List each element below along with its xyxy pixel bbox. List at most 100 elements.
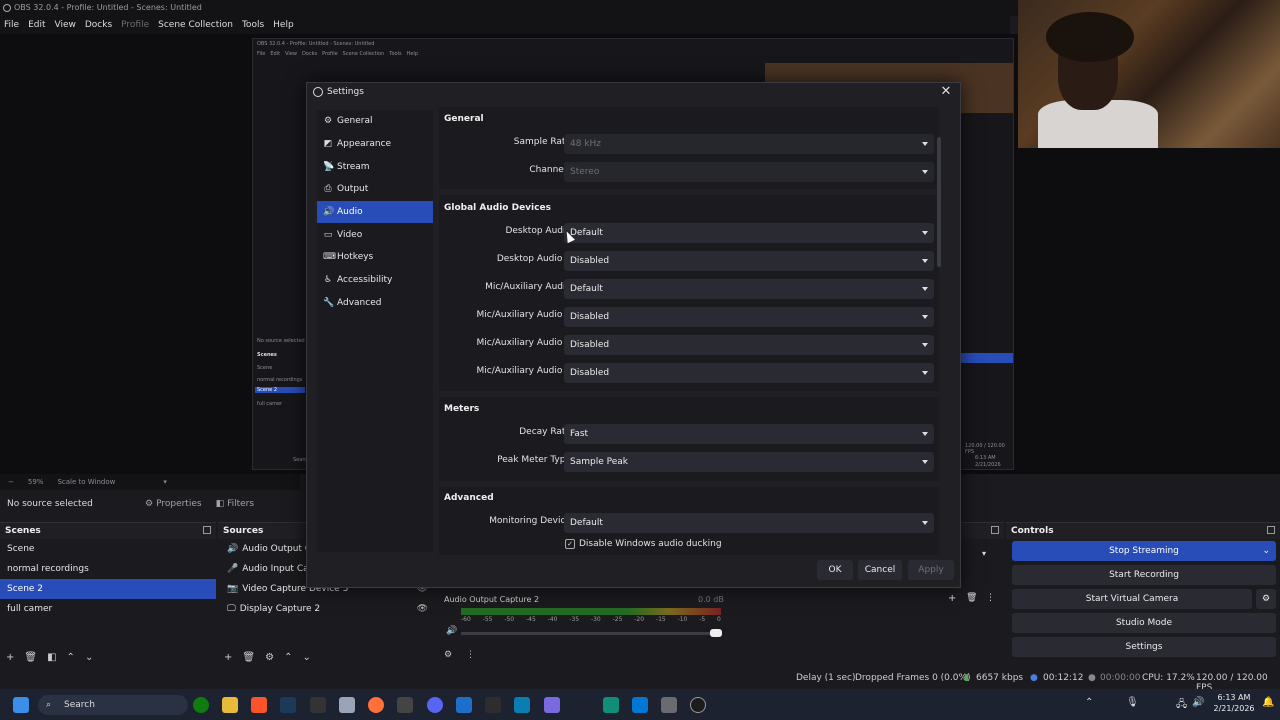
app-icon[interactable]	[339, 697, 355, 713]
menu-help[interactable]: Help	[273, 20, 294, 30]
undock-icon[interactable]	[991, 526, 999, 534]
properties-button[interactable]: ⚙ Properties	[145, 499, 202, 509]
tray-chevron-icon[interactable]: ⌃	[1085, 697, 1093, 708]
cancel-button[interactable]: Cancel	[858, 560, 902, 580]
nav-accessibility[interactable]: ♿ Accessibility	[317, 269, 433, 292]
start-virtual-camera-button[interactable]: Start Virtual Camera	[1012, 589, 1252, 609]
mic-aux-audio-select[interactable]: Default	[564, 279, 934, 299]
obs-icon[interactable]	[690, 697, 706, 713]
mic-aux-audio-2-select[interactable]: Disabled	[564, 307, 934, 327]
taskbar-date[interactable]: 2/21/2026	[1212, 704, 1256, 713]
taskbar-time[interactable]: 6:13 AM	[1212, 693, 1256, 702]
menu-scene-collection[interactable]: Scene Collection	[158, 20, 233, 30]
menu-file[interactable]: File	[4, 20, 19, 30]
nav-audio[interactable]: 🔊 Audio	[317, 200, 433, 224]
decay-rate-select[interactable]: Fast	[564, 424, 934, 444]
brave-browser-icon[interactable]	[251, 697, 267, 713]
nav-appearance[interactable]: ◩ Appearance	[317, 133, 433, 156]
add-scene-icon[interactable]: +	[6, 652, 14, 663]
mic-aux-audio-4-select[interactable]: Disabled	[564, 363, 934, 383]
sample-rate-select[interactable]: 48 kHz	[564, 134, 934, 154]
mic-aux-audio-3-select[interactable]: Disabled	[564, 335, 934, 355]
ok-button[interactable]: OK	[817, 560, 853, 580]
close-icon[interactable]: ✕	[939, 85, 953, 99]
gear-icon[interactable]: ⚙	[1256, 589, 1276, 609]
microphone-icon[interactable]: 🎙	[1126, 697, 1139, 708]
start-recording-button[interactable]: Start Recording	[1012, 565, 1276, 585]
stop-streaming-button[interactable]: Stop Streaming ⌄	[1012, 541, 1276, 561]
peak-meter-select[interactable]: Sample Peak	[564, 452, 934, 472]
zoom-minus-icon[interactable]: −	[8, 478, 14, 486]
chevron-down-icon[interactable]: ⌄	[1262, 541, 1270, 561]
trash-icon[interactable]: 🗑	[24, 652, 37, 663]
volume-icon[interactable]: 🔊	[1192, 697, 1204, 708]
scene-item[interactable]: normal recordings	[0, 559, 216, 579]
menu-edit[interactable]: Edit	[28, 20, 45, 30]
file-explorer-icon[interactable]	[222, 697, 238, 713]
chevron-down-icon[interactable]: ▾	[163, 478, 167, 486]
zoom-mode[interactable]: Scale to Window	[57, 478, 115, 486]
nav-output[interactable]: ⎙ Output	[317, 178, 433, 201]
menu-profile[interactable]: Profile	[121, 20, 149, 30]
nav-advanced[interactable]: 🔧 Advanced	[317, 292, 433, 315]
apply-button[interactable]: Apply	[908, 560, 954, 580]
filters-button[interactable]: ◧ Filters	[216, 499, 255, 509]
move-up-icon[interactable]: ⌃	[67, 652, 75, 663]
chevron-down-icon[interactable]: ▾	[982, 549, 986, 558]
app-icon[interactable]	[603, 697, 619, 713]
filter-icon[interactable]: ◧	[47, 652, 56, 663]
nav-hotkeys[interactable]: ⌨ Hotkeys	[317, 246, 433, 269]
app-icon[interactable]	[544, 697, 560, 713]
nav-video[interactable]: ▭ Video	[317, 223, 433, 246]
more-options-icon[interactable]: ⋮	[466, 650, 475, 660]
taskbar-search[interactable]: ⌕ Search	[38, 695, 188, 715]
app-icon[interactable]	[661, 697, 677, 713]
mixer-settings-icon[interactable]: ⚙	[444, 650, 452, 660]
move-down-icon[interactable]: ⌄	[85, 652, 93, 663]
terminal-icon[interactable]	[485, 697, 501, 713]
settings-button[interactable]: Settings	[1012, 637, 1276, 657]
more-options-icon[interactable]: ⋮	[986, 593, 995, 603]
studio-mode-button[interactable]: Studio Mode	[1012, 613, 1276, 633]
speaker-icon[interactable]: 🔊	[446, 626, 457, 636]
notification-icon[interactable]: 🔔	[1262, 697, 1274, 708]
scene-item-selected[interactable]: Scene 2	[0, 579, 216, 599]
scene-item[interactable]: full camer	[0, 599, 216, 619]
add-transition-icon[interactable]: +	[948, 593, 956, 604]
trash-icon[interactable]: 🗑	[966, 593, 977, 603]
monitoring-device-select[interactable]: Default	[564, 513, 934, 533]
volume-slider-handle[interactable]	[710, 629, 722, 637]
discord-icon[interactable]	[427, 697, 443, 713]
undock-icon[interactable]	[203, 526, 211, 534]
gear-icon[interactable]: ⚙	[265, 652, 274, 663]
undock-icon[interactable]	[1267, 526, 1275, 534]
ducking-checkbox[interactable]: ✓	[565, 539, 575, 549]
app-icon[interactable]	[397, 697, 413, 713]
scene-item[interactable]: Scene	[0, 539, 216, 559]
app-icon[interactable]	[310, 697, 326, 713]
network-icon[interactable]: 🖧	[1176, 697, 1187, 714]
add-source-icon[interactable]: +	[224, 652, 232, 663]
menu-tools[interactable]: Tools	[242, 20, 264, 30]
desktop-audio-select[interactable]: Default	[564, 223, 934, 243]
source-item[interactable]: 🖵 Display Capture 2 👁	[218, 599, 436, 619]
windows-start-icon[interactable]	[13, 697, 29, 713]
nav-general[interactable]: ⚙ General	[317, 110, 433, 133]
steam-icon[interactable]	[280, 697, 296, 713]
move-up-icon[interactable]: ⌃	[284, 652, 292, 663]
vscode-icon[interactable]	[632, 697, 648, 713]
move-down-icon[interactable]: ⌄	[302, 652, 310, 663]
trash-icon[interactable]: 🗑	[242, 652, 255, 663]
firefox-icon[interactable]	[368, 697, 384, 713]
volume-slider[interactable]	[461, 632, 721, 635]
channels-select[interactable]: Stereo	[564, 162, 934, 182]
ducking-label[interactable]: Disable Windows audio ducking	[579, 539, 722, 549]
xbox-icon[interactable]	[193, 697, 209, 713]
visibility-icon[interactable]: 👁	[417, 599, 428, 619]
settings-scrollbar[interactable]	[937, 137, 941, 267]
nav-stream[interactable]: 📡 Stream	[317, 155, 433, 178]
app-icon[interactable]	[514, 697, 530, 713]
app-icon[interactable]	[456, 697, 472, 713]
menu-view[interactable]: View	[55, 20, 76, 30]
menu-docks[interactable]: Docks	[85, 20, 112, 30]
